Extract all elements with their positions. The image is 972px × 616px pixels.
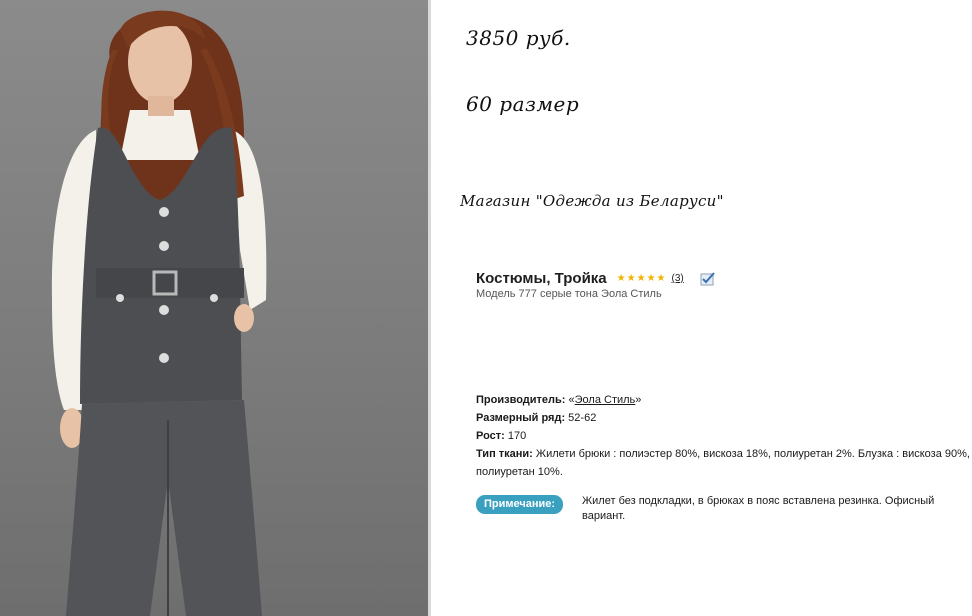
product-subtitle: Модель 777 серые тона Эола Стиль	[476, 288, 662, 300]
spec-height: Рост: 170	[476, 427, 970, 445]
note-badge: Примечание:	[476, 495, 564, 514]
model-illustration	[51, 10, 267, 616]
title-row: Костюмы, Тройка ★ ★ ★ ★ ★ (3)	[476, 270, 970, 287]
note-text: Жилет без подкладки, в брюках в пояс вст…	[582, 495, 935, 522]
star-icon: ★	[616, 272, 626, 284]
product-specs: Производитель: «Эола Стиль» Размерный ря…	[476, 391, 970, 481]
handwritten-size: 60 размер	[466, 92, 580, 116]
product-title: Костюмы, Тройка	[476, 270, 607, 287]
star-icon: ★	[626, 272, 636, 284]
star-icon: ★	[636, 272, 646, 284]
spec-value: 170	[507, 430, 527, 442]
handwritten-price: 3850 руб.	[466, 26, 571, 50]
note-block: Примечание: Жилет без подкладки, в брюка…	[476, 494, 970, 524]
product-photo	[0, 0, 428, 616]
product-card: Костюмы, Тройка ★ ★ ★ ★ ★ (3) Модель 777…	[476, 270, 970, 300]
spec-fabric: Тип ткани: Жилети брюки : полиэстер 80%,…	[476, 445, 970, 481]
divider	[428, 0, 431, 616]
rating-stars: ★ ★ ★ ★ ★	[616, 272, 666, 284]
spec-value: Жилети брюки : полиэстер 80%, вискоза 18…	[476, 448, 970, 478]
spec-value: 52-62	[568, 412, 597, 424]
manufacturer-link[interactable]: Эола Стиль	[575, 394, 636, 406]
star-icon: ★	[646, 272, 656, 284]
star-icon: ★	[656, 272, 666, 284]
spec-label: Тип ткани:	[476, 448, 533, 460]
spec-manufacturer: Производитель: «Эола Стиль»	[476, 391, 970, 409]
spec-label: Рост:	[476, 430, 505, 442]
handwritten-shop: Магазин "Одежда из Беларуси"	[460, 192, 724, 210]
spec-label: Производитель:	[476, 394, 566, 406]
rating-count-link[interactable]: (3)	[672, 273, 684, 284]
spec-label: Размерный ряд:	[476, 412, 566, 424]
spec-value-close: »	[635, 394, 642, 406]
spec-size-range: Размерный ряд: 52-62	[476, 409, 970, 427]
check-icon[interactable]	[700, 271, 716, 286]
